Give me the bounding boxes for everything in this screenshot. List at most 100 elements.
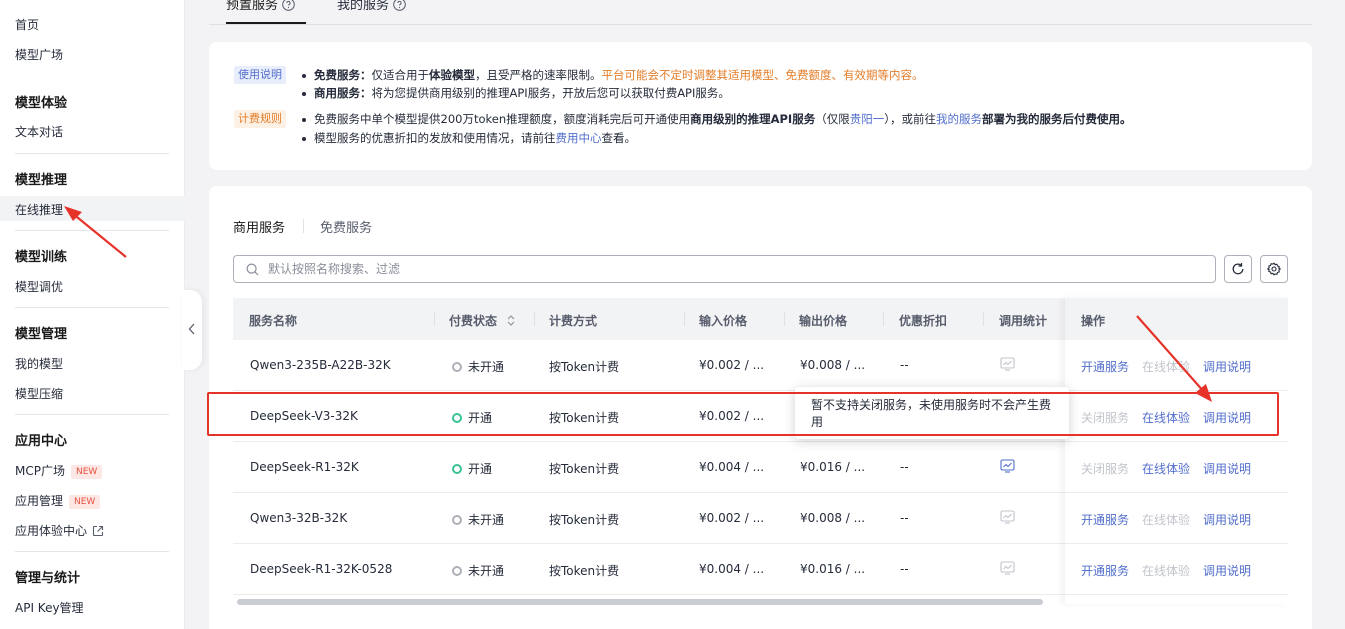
status-inactive-icon	[452, 566, 462, 576]
sidebar-item-app-management[interactable]: 应用管理 NEW	[15, 492, 101, 509]
usage-notes-tag: 使用说明	[234, 66, 286, 84]
output-price: ¥0.016 / ...	[800, 460, 866, 474]
settings-button[interactable]	[1260, 255, 1288, 283]
search-input[interactable]	[268, 260, 1168, 278]
notice-line-discount: 模型服务的优惠折扣的发放和使用情况，请前往费用中心查看。	[302, 130, 636, 146]
operations-row: 关闭服务 在线体验 调用说明	[1065, 442, 1288, 493]
column-header-discount: 优惠折扣	[899, 314, 948, 328]
sidebar-group-model-inference: 模型推理	[15, 173, 68, 188]
billing-method: 按Token计费	[549, 564, 620, 578]
tab-free-services[interactable]: 免费服务	[320, 217, 372, 236]
refresh-icon	[1232, 263, 1244, 275]
help-icon[interactable]	[282, 0, 295, 15]
tab-label: 我的服务	[337, 0, 390, 13]
new-badge: NEW	[69, 494, 101, 509]
online-trial-button[interactable]: 在线体验	[1142, 460, 1190, 477]
column-header-operations: 操作	[1065, 298, 1288, 340]
sidebar-item-app-experience-center[interactable]: 应用体验中心	[15, 522, 104, 540]
output-price: ¥0.016 / ...	[800, 562, 866, 576]
online-trial-button: 在线体验	[1142, 564, 1191, 578]
my-services-link[interactable]: 我的服务	[936, 112, 982, 126]
column-header-output-price: 输出价格	[799, 314, 848, 328]
discount: --	[900, 511, 909, 525]
sort-icon[interactable]	[506, 314, 516, 327]
notice-line-billing: 免费服务中单个模型提供200万token推理额度，额度消耗完后可开通使用商用级别…	[302, 111, 1131, 127]
column-header-stats: 调用统计	[999, 314, 1048, 328]
discount: --	[900, 358, 909, 372]
sidebar-item-mcp-plaza[interactable]: MCP广场 NEW	[15, 462, 103, 479]
tab-my-services[interactable]: 我的服务	[337, 0, 406, 15]
sidebar-item-my-models[interactable]: 我的模型	[15, 355, 63, 372]
tab-preset-services[interactable]: 预置服务	[226, 0, 295, 15]
sidebar-item-api-key-management[interactable]: API Key管理	[15, 599, 84, 616]
api-docs-link[interactable]: 调用说明	[1203, 460, 1251, 477]
sidebar-divider	[15, 153, 169, 154]
top-tabs: 预置服务 我的服务	[209, 0, 1312, 25]
billing-center-link[interactable]: 费用中心	[556, 131, 602, 145]
sidebar-item-model-compression[interactable]: 模型压缩	[15, 385, 63, 402]
new-badge: NEW	[70, 464, 103, 479]
sidebar-item-model-plaza[interactable]: 模型广场	[15, 46, 63, 63]
refresh-button[interactable]	[1224, 255, 1252, 283]
table-row: DeepSeek-R1-32K-0528 未开通 按Token计费 ¥0.004…	[233, 544, 1065, 595]
status-inactive-icon	[452, 515, 462, 525]
api-docs-link[interactable]: 调用说明	[1203, 562, 1251, 579]
service-name: DeepSeek-R1-32K-0528	[250, 562, 393, 576]
table-row: Qwen3-32B-32K 未开通 按Token计费 ¥0.002 / ... …	[233, 493, 1065, 544]
output-price: ¥0.008 / ...	[800, 358, 866, 372]
search-box[interactable]	[233, 255, 1216, 283]
operations-column: 操作 开通服务 在线体验 调用说明 关闭服务 在线体验 调用说明 关闭服务 在线…	[1065, 298, 1288, 604]
chart-icon	[1000, 357, 1015, 371]
sidebar-item-text-chat[interactable]: 文本对话	[15, 123, 63, 140]
tab-label: 预置服务	[226, 0, 279, 13]
enable-service-button[interactable]: 开通服务	[1081, 358, 1129, 375]
sidebar-group-management-stats: 管理与统计	[15, 571, 81, 586]
online-trial-button: 在线体验	[1142, 513, 1191, 527]
sidebar-item-home[interactable]: 首页	[15, 16, 39, 33]
sidebar-divider	[15, 307, 169, 308]
api-docs-link[interactable]: 调用说明	[1203, 358, 1251, 375]
payment-status: 未开通	[452, 562, 504, 579]
status-active-icon	[452, 464, 462, 474]
billing-method: 按Token计费	[549, 513, 620, 527]
sidebar-item-label: MCP广场	[15, 464, 65, 478]
input-price: ¥0.004 / ...	[699, 562, 765, 576]
chart-icon[interactable]	[1000, 459, 1015, 473]
sidebar: 首页 模型广场 模型体验 文本对话 模型推理 在线推理 模型训练 模型调优 模型…	[0, 0, 185, 629]
sidebar-group-model-management: 模型管理	[15, 327, 68, 342]
column-header-name: 服务名称	[249, 314, 298, 328]
output-price: ¥0.008 / ...	[800, 511, 866, 525]
payment-status: 开通	[452, 460, 492, 477]
sidebar-item-online-inference[interactable]: 在线推理	[15, 201, 63, 218]
disable-service-button: 关闭服务	[1081, 462, 1130, 476]
service-name: Qwen3-32B-32K	[250, 511, 348, 525]
discount: --	[900, 562, 909, 576]
chart-icon	[1000, 561, 1015, 575]
active-tab-indicator	[226, 22, 306, 24]
tab-divider	[303, 219, 304, 233]
tab-commercial-services[interactable]: 商用服务	[233, 217, 285, 236]
sidebar-group-model-training: 模型训练	[15, 250, 68, 265]
search-icon	[246, 263, 259, 276]
operations-row: 开通服务 在线体验 调用说明	[1065, 544, 1288, 595]
sidebar-group-model-experience: 模型体验	[15, 96, 68, 111]
region-link[interactable]: 贵阳一	[850, 112, 885, 126]
sidebar-item-label: 应用体验中心	[15, 524, 88, 538]
chart-icon	[1000, 510, 1015, 524]
service-name: Qwen3-235B-A22B-32K	[250, 358, 391, 372]
api-docs-link[interactable]: 调用说明	[1203, 511, 1251, 528]
external-link-icon	[92, 525, 104, 540]
sidebar-item-model-tuning[interactable]: 模型调优	[15, 278, 63, 295]
chevron-left-icon	[188, 323, 195, 335]
enable-service-button[interactable]: 开通服务	[1081, 562, 1129, 579]
column-header-input-price: 输入价格	[699, 314, 748, 328]
enable-service-button[interactable]: 开通服务	[1081, 511, 1129, 528]
notice-line-commercial-service: 商用服务：将为您提供商用级别的推理API服务，开放后您可以获取付费API服务。	[302, 85, 730, 101]
column-header-status[interactable]: 付费状态	[449, 312, 516, 329]
sidebar-group-app-center: 应用中心	[15, 434, 68, 449]
sidebar-divider	[15, 414, 169, 415]
help-icon[interactable]	[393, 0, 406, 15]
billing-rules-tag: 计费规则	[234, 110, 286, 128]
sidebar-collapse-button[interactable]	[182, 290, 202, 370]
horizontal-scrollbar[interactable]	[237, 599, 1043, 605]
